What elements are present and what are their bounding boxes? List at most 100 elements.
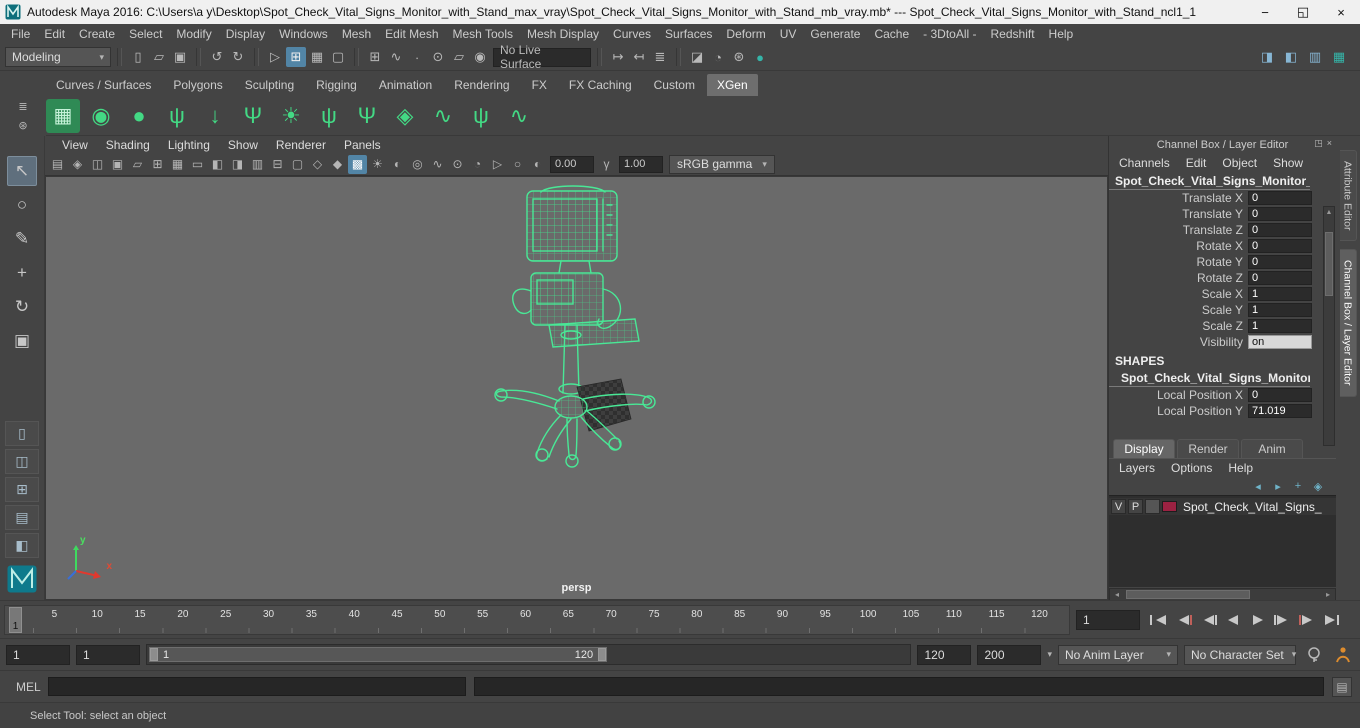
move-layer-down-icon[interactable]: ▸ bbox=[1270, 478, 1286, 494]
menu-item[interactable]: Generate bbox=[803, 27, 867, 41]
select-asset-icon[interactable]: ▢ bbox=[328, 47, 348, 67]
rotate-tool[interactable]: ↻ bbox=[7, 292, 37, 322]
create-layer-from-selected-icon[interactable]: ◈ bbox=[1310, 478, 1326, 494]
shelf-menu-icon[interactable]: ≣ bbox=[14, 98, 32, 116]
exposure-field[interactable]: 0.00 bbox=[550, 155, 594, 173]
object-name[interactable]: Spot_Check_Vital_Signs_Monitor_with... bbox=[1109, 172, 1310, 190]
channel-box-header[interactable]: Channel Box / Layer Editor ◳ × bbox=[1109, 136, 1336, 153]
attribute-value-field[interactable]: 1 bbox=[1248, 303, 1312, 317]
workspace-icon[interactable]: ▦ bbox=[1329, 47, 1349, 67]
playback-start-field[interactable]: 1 bbox=[76, 644, 140, 665]
time-slider-track[interactable]: 5 10 15 20 25 30 35 40 45 50 55 60 65 70 75 80 85 90 95 100… bbox=[4, 604, 1070, 635]
xgen-modifier-icon[interactable]: ∿ bbox=[502, 99, 536, 133]
shelf-tab[interactable]: Rigging bbox=[306, 74, 367, 96]
shape-name[interactable]: Spot_Check_Vital_Signs_Monitor_wi... bbox=[1109, 369, 1310, 387]
sidebar-tool-settings-icon[interactable]: ◧ bbox=[1281, 47, 1301, 67]
menu-item[interactable]: Redshift bbox=[984, 27, 1042, 41]
bookmarks-icon[interactable]: ▣ bbox=[108, 155, 127, 174]
scale-tool[interactable]: ▣ bbox=[7, 326, 37, 356]
range-end-handle[interactable] bbox=[598, 648, 607, 661]
textured-icon[interactable]: ▩ bbox=[348, 154, 367, 174]
scroll-right-icon[interactable]: ▸ bbox=[1321, 590, 1335, 599]
panel-menu-item[interactable]: View bbox=[53, 138, 97, 152]
shelf-tab[interactable]: Custom bbox=[644, 74, 705, 96]
isolate-select-icon[interactable]: ▷ bbox=[488, 155, 507, 174]
select-object-icon[interactable]: ⊞ bbox=[286, 47, 306, 67]
shelf-tab[interactable]: Rendering bbox=[444, 74, 519, 96]
camera-attributes-icon[interactable]: ◫ bbox=[88, 155, 107, 174]
sidebar-channel-box-icon[interactable]: ▥ bbox=[1305, 47, 1325, 67]
xgen-groom-icon[interactable]: ● bbox=[122, 99, 156, 133]
layout-pane-outliner-button[interactable]: ▤ bbox=[5, 505, 39, 530]
character-set-dropdown[interactable]: No Character Set ▾ bbox=[1184, 644, 1296, 665]
menu-item[interactable]: Edit bbox=[37, 27, 72, 41]
shelf-tab[interactable]: Animation bbox=[369, 74, 442, 96]
field-chart-icon[interactable]: ▥ bbox=[248, 155, 267, 174]
select-tool[interactable]: ↖ bbox=[7, 156, 37, 186]
lock-camera-icon[interactable]: ◈ bbox=[68, 155, 87, 174]
shelf-tab[interactable]: Curves / Surfaces bbox=[46, 74, 161, 96]
command-input-field[interactable] bbox=[48, 677, 466, 696]
gate-mask-icon[interactable]: ◨ bbox=[228, 155, 247, 174]
range-slider[interactable]: 1 120 bbox=[146, 644, 912, 665]
animation-preferences-button[interactable] bbox=[1331, 645, 1354, 665]
panel-menu-item[interactable]: Shading bbox=[97, 138, 159, 152]
command-language-toggle[interactable]: MEL bbox=[8, 680, 41, 694]
xgen-groomable-splines-icon[interactable]: ψ bbox=[312, 99, 346, 133]
xgen-inspect-icon[interactable]: ◉ bbox=[84, 99, 118, 133]
undo-icon[interactable]: ↺ bbox=[207, 47, 227, 67]
layout-two-pane-button[interactable]: ◫ bbox=[5, 449, 39, 474]
shelf-gear-icon[interactable]: ⊛ bbox=[14, 117, 32, 135]
go-to-start-button[interactable] bbox=[1146, 610, 1169, 630]
scrollbar-thumb[interactable] bbox=[1325, 232, 1333, 296]
close-panel-icon[interactable]: × bbox=[1327, 138, 1332, 149]
open-scene-icon[interactable]: ▱ bbox=[149, 47, 169, 67]
menu-item[interactable]: Help bbox=[1042, 27, 1081, 41]
layer-editor-menu-item[interactable]: Layers bbox=[1111, 461, 1163, 475]
menu-item[interactable]: - 3DtoAll - bbox=[916, 27, 983, 41]
xgen-add-sop-icon[interactable]: ψ bbox=[160, 99, 194, 133]
paint-selection-tool[interactable]: ✎ bbox=[7, 224, 37, 254]
step-forward-frame-button[interactable] bbox=[1271, 610, 1294, 630]
step-forward-key-button[interactable] bbox=[1296, 610, 1319, 630]
make-live-icon[interactable]: ◉ bbox=[470, 47, 490, 67]
layout-pane-split-button[interactable]: ◧ bbox=[5, 533, 39, 558]
select-component-icon[interactable]: ▦ bbox=[307, 47, 327, 67]
image-plane-icon[interactable]: ▱ bbox=[128, 155, 147, 174]
motion-blur-icon[interactable]: ∿ bbox=[428, 155, 447, 174]
menu-item[interactable]: Curves bbox=[606, 27, 658, 41]
attribute-value-field[interactable]: 0 bbox=[1248, 388, 1312, 402]
menu-item[interactable]: Cache bbox=[867, 27, 916, 41]
lasso-tool[interactable]: ○ bbox=[7, 190, 37, 220]
auto-keyframe-toggle[interactable] bbox=[1302, 645, 1325, 665]
gamma-icon[interactable]: γ bbox=[597, 155, 616, 174]
current-frame-field[interactable]: 1 bbox=[1076, 609, 1140, 630]
snap-to-view-planes-icon[interactable]: ▱ bbox=[449, 47, 469, 67]
scroll-up-icon[interactable]: ▲ bbox=[1326, 207, 1333, 218]
play-backwards-button[interactable] bbox=[1221, 610, 1244, 630]
select-camera-icon[interactable]: ▤ bbox=[48, 155, 67, 174]
ipr-render-icon[interactable]: ◔ bbox=[708, 47, 728, 67]
attribute-value-field[interactable]: 0 bbox=[1248, 191, 1312, 205]
xgen-guides-icon[interactable]: ψ bbox=[464, 99, 498, 133]
current-time-marker[interactable]: 1 bbox=[9, 606, 22, 633]
xgen-lamp-icon[interactable]: ☀ bbox=[274, 99, 308, 133]
layer-editor-menu-item[interactable]: Options bbox=[1163, 461, 1220, 475]
shelf-tab[interactable]: FX bbox=[522, 74, 557, 96]
attribute-value-field[interactable]: 0 bbox=[1248, 255, 1312, 269]
attribute-value-field[interactable]: 0 bbox=[1248, 207, 1312, 221]
menu-item[interactable]: Windows bbox=[272, 27, 335, 41]
sidebar-tab[interactable]: Channel Box / Layer Editor bbox=[1339, 249, 1357, 397]
playback-end-field[interactable]: 120 bbox=[917, 644, 972, 665]
safe-title-icon[interactable]: ▢ bbox=[288, 155, 307, 174]
step-back-frame-button[interactable] bbox=[1196, 610, 1219, 630]
save-scene-icon[interactable]: ▣ bbox=[170, 47, 190, 67]
restore-button[interactable]: ◱ bbox=[1284, 0, 1322, 24]
redo-icon[interactable]: ↻ bbox=[228, 47, 248, 67]
xgen-interactive-groom-icon[interactable]: Ψ bbox=[350, 99, 384, 133]
menu-item[interactable]: Select bbox=[122, 27, 169, 41]
safe-action-icon[interactable]: ⊟ bbox=[268, 155, 287, 174]
use-all-lights-icon[interactable]: ☀ bbox=[368, 155, 387, 174]
menu-item[interactable]: Create bbox=[72, 27, 122, 41]
layer-visibility-toggle[interactable]: V bbox=[1111, 499, 1126, 514]
